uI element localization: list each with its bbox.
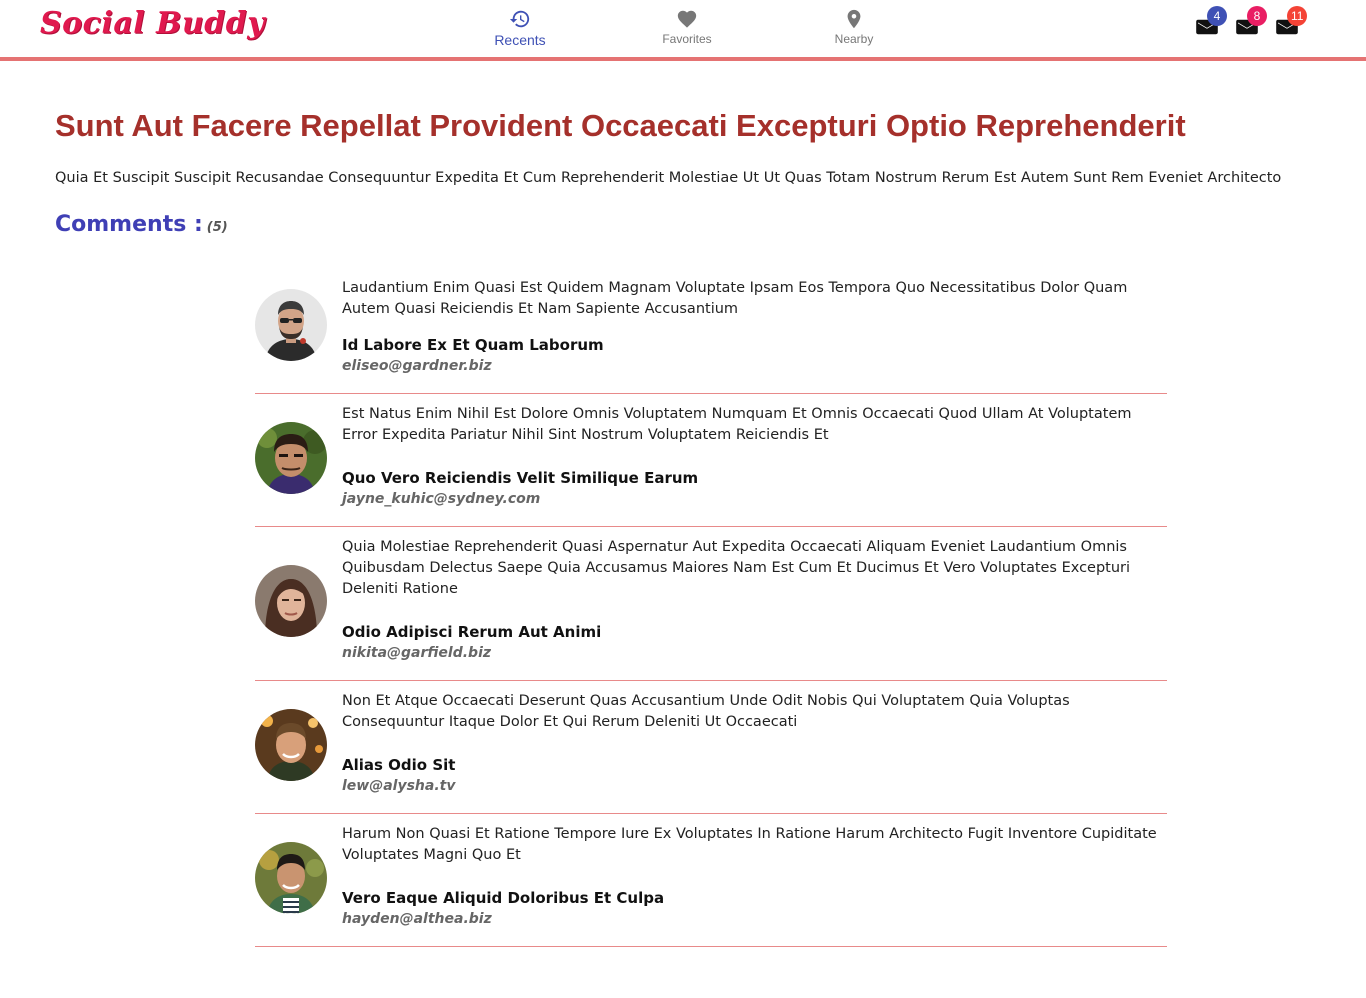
comment-item: Harum Non Quasi Et Ratione Tempore Iure … <box>255 814 1167 947</box>
comments-heading-label: Comments : <box>55 212 203 237</box>
comment-item: Est Natus Enim Nihil Est Dolore Omnis Vo… <box>255 394 1167 527</box>
nav-recents-label: Recents <box>494 32 546 48</box>
comment-author-email[interactable]: nikita@garfield.biz <box>342 645 491 661</box>
comment-author-name: Id Labore Ex Et Quam Laborum <box>342 336 604 354</box>
comment-body: Harum Non Quasi Et Ratione Tempore Iure … <box>342 826 1157 863</box>
comments-count: (5) <box>206 220 228 235</box>
heart-icon <box>627 8 747 30</box>
comment-author-name: Alias Odio Sit <box>342 756 456 774</box>
nav-recents[interactable]: Recents <box>460 8 580 48</box>
comment-item: Non Et Atque Occaecati Deserunt Quas Acc… <box>255 681 1167 814</box>
comments-heading: Comments : (5) <box>55 212 228 237</box>
post-body: Quia Et Suscipit Suscipit Recusandae Con… <box>55 170 1282 186</box>
comment-body: Laudantium Enim Quasi Est Quidem Magnam … <box>342 280 1128 317</box>
comment-body: Est Natus Enim Nihil Est Dolore Omnis Vo… <box>342 406 1132 443</box>
comment-item: Quia Molestiae Reprehenderit Quasi Asper… <box>255 527 1167 681</box>
comment-author-email[interactable]: eliseo@gardner.biz <box>342 358 492 374</box>
avatar[interactable] <box>255 289 327 361</box>
comment-author-email[interactable]: hayden@althea.biz <box>342 911 492 927</box>
nav-nearby[interactable]: Nearby <box>794 8 914 46</box>
nav-favorites[interactable]: Favorites <box>627 8 747 46</box>
avatar[interactable] <box>255 422 327 494</box>
avatar[interactable] <box>255 709 327 781</box>
notification-badge: 4 <box>1207 6 1227 26</box>
avatar[interactable] <box>255 565 327 637</box>
comment-author-name: Quo Vero Reiciendis Velit Similique Earu… <box>342 469 699 487</box>
notification-badge: 8 <box>1247 6 1267 26</box>
comments-list: Laudantium Enim Quasi Est Quidem Magnam … <box>255 268 1167 947</box>
comment-author-name: Vero Eaque Aliquid Doloribus Et Culpa <box>342 889 665 907</box>
notification-mail-3[interactable]: 11 <box>1276 6 1308 36</box>
location-pin-icon <box>794 8 914 30</box>
post-title: Sunt Aut Facere Repellat Provident Occae… <box>55 108 1186 143</box>
avatar[interactable] <box>255 842 327 914</box>
comment-body: Non Et Atque Occaecati Deserunt Quas Acc… <box>342 693 1070 730</box>
notification-mail-2[interactable]: 8 <box>1236 6 1267 36</box>
comment-item: Laudantium Enim Quasi Est Quidem Magnam … <box>255 268 1167 394</box>
comment-author-email[interactable]: lew@alysha.tv <box>342 778 455 794</box>
comment-body: Quia Molestiae Reprehenderit Quasi Asper… <box>342 539 1131 597</box>
comment-author-email[interactable]: jayne_kuhic@sydney.com <box>342 491 540 507</box>
nav-nearby-label: Nearby <box>834 32 874 46</box>
notification-mail-1[interactable]: 4 <box>1196 6 1227 36</box>
comment-author-name: Odio Adipisci Rerum Aut Animi <box>342 623 602 641</box>
history-icon <box>460 8 580 30</box>
top-app-bar: Social Buddy Recents Favorites Nearby 4 <box>0 0 1366 61</box>
main-nav: Recents Favorites Nearby <box>0 8 1366 52</box>
nav-favorites-label: Favorites <box>662 32 712 46</box>
